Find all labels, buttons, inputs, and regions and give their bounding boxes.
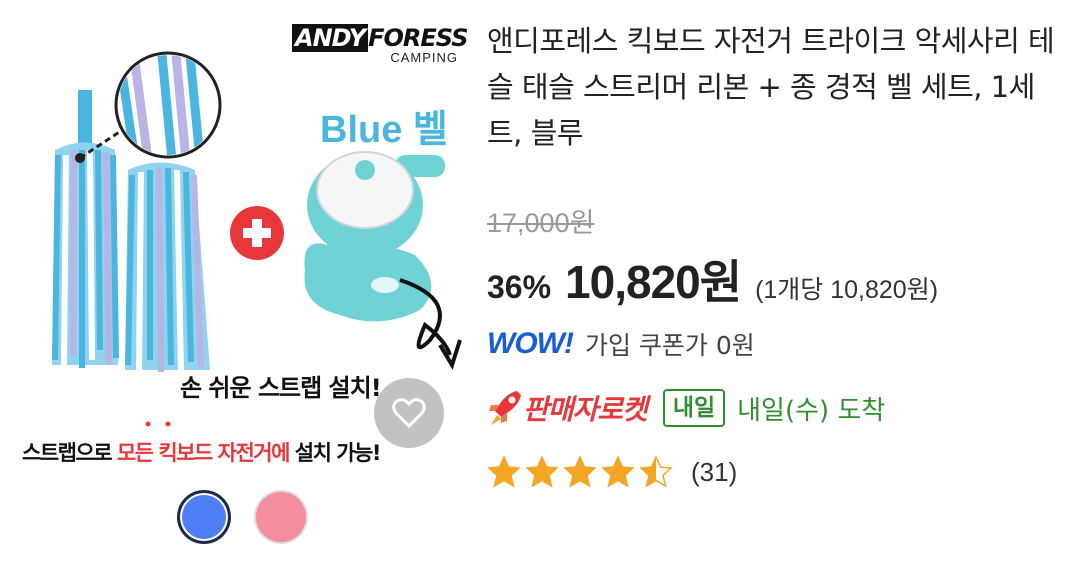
price-row: 36% 10,820원 (1개당 10,820원) [487,246,938,312]
color-swatch-pink[interactable] [254,490,308,544]
tassel-right [125,162,210,373]
bell-product [304,151,445,322]
rating-row[interactable]: (31) [487,455,737,489]
brand-name-box: ANDY [292,24,369,52]
star-icon [487,455,521,488]
rocket-label: 판매자로켓 [523,393,648,426]
coupon-text: 가입 쿠폰가 0원 [584,331,755,360]
bell-title: Blue 벨 [320,109,448,151]
delivery-row: 판매자로켓 내일 내일(수) 도착 [487,388,885,428]
star-icon [601,455,635,488]
seller-rocket-badge: 판매자로켓 [487,388,648,428]
brand-name-rest: FORESS [368,24,468,52]
star-icon [639,455,673,488]
zoom-detail [75,51,222,163]
rocket-icon [489,391,521,425]
install-post: 설치 가능! [288,441,382,465]
arrival-text: 내일(수) 도착 [737,395,886,426]
heart-icon [392,398,426,429]
wow-coupon-row[interactable]: WOW! 가입 쿠폰가 0원 [487,326,755,362]
tassel-left [52,90,119,368]
wow-badge: WOW! [487,327,574,360]
star-icon [563,455,597,488]
review-count: (31) [691,456,738,487]
discount-rate: 36% [487,269,552,305]
unit-price: (1개당 10,820원) [755,276,939,304]
brand-logo: ANDY FORESS CAMPING [292,24,469,65]
star-icon [525,455,559,488]
color-swatch-blue[interactable] [177,490,231,544]
sale-price: 10,820원 [565,256,742,308]
install-text: 스트랩으로 모든 킥보드 자전거에 설치 가능! [22,437,382,467]
tassel-illustration [52,51,462,427]
original-price: 17,000원 [487,208,595,238]
install-pre: 스트랩으로 [22,441,117,465]
plus-icon [230,206,284,260]
brand-sub: CAMPING [390,50,458,65]
star-rating [487,455,677,489]
product-image[interactable]: ANDY FORESS CAMPING Blue 벨 손 쉬운 스트랩 설치! 스… [0,0,475,568]
install-highlight: 모든 킥보드 자전거에 [116,441,291,465]
wishlist-button[interactable] [374,378,444,448]
strap-text: 손 쉬운 스트랩 설치! [180,374,382,402]
product-title: 앤디포레스 킥보드 자전거 트라이크 악세사리 테슬 태슬 스트리머 리본 + … [487,24,1055,150]
product-info: 앤디포레스 킥보드 자전거 트라이크 악세사리 테슬 태슬 스트리머 리본 + … [487,18,1057,488]
tomorrow-badge: 내일 [662,389,726,427]
